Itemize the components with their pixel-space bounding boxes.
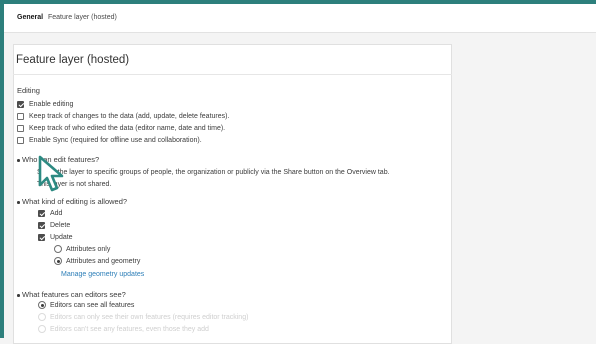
editing-heading: Editing: [17, 86, 40, 95]
tab-general[interactable]: General: [17, 13, 43, 22]
delete-label: Delete: [50, 222, 71, 229]
track-changes-checkbox[interactable]: [17, 113, 24, 120]
share-description: Share the layer to specific groups of pe…: [37, 169, 390, 176]
editors-see-all-label: Editors can see all features: [50, 302, 135, 309]
bullet: [17, 294, 20, 297]
track-changes-label: Keep track of changes to the data (add, …: [29, 113, 230, 120]
card-title: Feature layer (hosted): [16, 54, 130, 66]
add-checkbox[interactable]: [38, 210, 45, 217]
attributes-geometry-radio[interactable]: [54, 257, 62, 265]
delete-checkbox[interactable]: [38, 222, 45, 229]
enable-editing-label: Enable editing: [29, 101, 74, 108]
track-editors-checkbox[interactable]: [17, 125, 24, 132]
editors-see-none-label: Editors can't see any features, even tho…: [50, 326, 209, 333]
editors-see-own-radio[interactable]: [38, 313, 46, 321]
attributes-geometry-label: Attributes and geometry: [66, 258, 141, 265]
attributes-only-radio[interactable]: [54, 245, 62, 253]
attributes-only-label: Attributes only: [66, 246, 111, 253]
editors-see-question: What features can editors see?: [22, 290, 126, 299]
tab-bar: General Feature layer (hosted): [4, 4, 596, 33]
bullet: [17, 201, 20, 204]
bullet: [17, 159, 20, 162]
editing-allowed-question: What kind of editing is allowed?: [22, 197, 128, 206]
update-checkbox[interactable]: [38, 234, 45, 241]
editors-see-own-label: Editors can only see their own features …: [50, 314, 249, 321]
track-editors-label: Keep track of who edited the data (edito…: [29, 125, 226, 132]
settings-card: [13, 44, 452, 344]
manage-geometry-link[interactable]: Manage geometry updates: [61, 270, 144, 279]
add-label: Add: [50, 210, 63, 217]
mouse-cursor-icon: [38, 155, 64, 192]
enable-editing-checkbox[interactable]: [17, 101, 24, 108]
editors-see-all-radio[interactable]: [38, 301, 46, 309]
update-label: Update: [50, 234, 73, 241]
enable-sync-checkbox[interactable]: [17, 137, 24, 144]
divider: [13, 74, 452, 75]
tab-feature-layer[interactable]: Feature layer (hosted): [48, 13, 117, 22]
enable-sync-label: Enable Sync (required for offline use an…: [29, 137, 202, 144]
editors-see-none-radio[interactable]: [38, 325, 46, 333]
